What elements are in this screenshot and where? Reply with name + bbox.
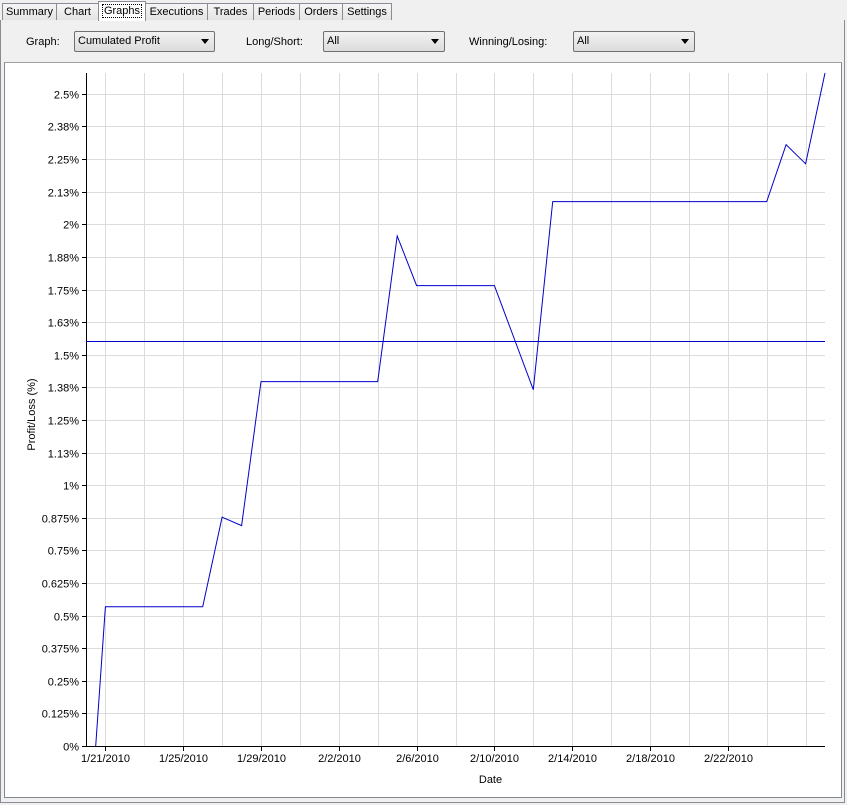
winlose-label: Winning/Losing: xyxy=(469,36,548,48)
tab-executions[interactable]: Executions xyxy=(145,3,208,20)
y-tick-label: 1.63% xyxy=(48,318,79,330)
tab-strip: Summary Chart Graphs Executions Trades P… xyxy=(0,0,847,21)
y-tick-label: 2.5% xyxy=(54,90,79,102)
x-tick-label: 1/25/2010 xyxy=(159,753,208,765)
y-tick-label: 0.625% xyxy=(42,579,80,591)
series-line-cumulated-profit xyxy=(95,72,826,747)
longshort-label: Long/Short: xyxy=(246,36,303,48)
winlose-select[interactable]: All xyxy=(573,31,695,52)
tab-summary[interactable]: Summary xyxy=(2,3,57,20)
y-tick-label: 1.5% xyxy=(54,351,79,363)
tab-label: Settings xyxy=(347,6,387,18)
y-tick-label: 2% xyxy=(63,220,79,232)
tab-chart[interactable]: Chart xyxy=(56,3,99,20)
y-tick-label: 2.38% xyxy=(48,122,79,134)
chevron-down-icon xyxy=(431,39,439,44)
tab-label: Graphs xyxy=(101,4,143,18)
y-tick-label: 0.25% xyxy=(48,677,79,689)
y-tick-label: 2.13% xyxy=(48,188,79,200)
graph-label: Graph: xyxy=(26,36,60,48)
chevron-down-icon xyxy=(681,39,689,44)
x-tick-label: 2/6/2010 xyxy=(396,753,439,765)
x-axis-title: Date xyxy=(479,774,502,786)
x-tick-label: 1/21/2010 xyxy=(81,753,130,765)
tab-trades[interactable]: Trades xyxy=(207,3,254,20)
y-tick-label: 1.75% xyxy=(48,286,79,298)
chart-series xyxy=(95,72,826,747)
chart-grid xyxy=(86,73,825,747)
y-tick-label: 1.88% xyxy=(48,253,79,265)
y-tick-label: 1% xyxy=(63,481,79,493)
tab-orders[interactable]: Orders xyxy=(299,3,343,20)
tab-periods[interactable]: Periods xyxy=(253,3,300,20)
y-tick-label: 0.75% xyxy=(48,546,79,558)
tab-label: Chart xyxy=(64,6,91,18)
tab-label: Executions xyxy=(149,6,204,18)
y-tick-label: 0.375% xyxy=(42,644,80,656)
y-tick-label: 1.25% xyxy=(48,416,79,428)
profit-chart: 0% 0.125% 0.25% 0.375% 0.5% 0.625% 0.75% 0.875%… xyxy=(26,72,826,786)
y-tick-label: 1.38% xyxy=(48,383,79,395)
chart-axes xyxy=(82,73,825,751)
chart-frame: 0% 0.125% 0.25% 0.375% 0.5% 0.625% 0.75% 0.875%… xyxy=(4,62,842,798)
graph-select-value: Cumulated Profit xyxy=(78,35,160,47)
x-tick-label: 1/29/2010 xyxy=(237,753,286,765)
longshort-select[interactable]: All xyxy=(323,31,445,52)
graph-select[interactable]: Cumulated Profit xyxy=(74,31,215,52)
y-tick-label: 0.5% xyxy=(54,612,79,624)
x-tick-label: 2/10/2010 xyxy=(470,753,519,765)
tab-settings[interactable]: Settings xyxy=(342,3,392,20)
tab-graphs[interactable]: Graphs xyxy=(98,1,146,21)
y-axis-title: Profit/Loss (%) xyxy=(26,378,38,450)
y-tick-label: 0.125% xyxy=(42,709,80,721)
tab-label: Periods xyxy=(257,6,296,18)
x-tick-label: 2/2/2010 xyxy=(318,753,361,765)
tab-label: Trades xyxy=(213,6,248,18)
tab-label: Orders xyxy=(304,6,338,18)
x-tick-label: 2/14/2010 xyxy=(548,753,597,765)
chevron-down-icon xyxy=(201,39,209,44)
y-tick-label: 2.25% xyxy=(48,155,79,167)
tab-label: Summary xyxy=(5,6,54,18)
winlose-select-value: All xyxy=(577,35,590,47)
longshort-select-value: All xyxy=(327,35,340,47)
y-tick-label: 0.875% xyxy=(42,514,80,526)
x-tick-label: 2/18/2010 xyxy=(626,753,675,765)
x-tick-label: 2/22/2010 xyxy=(704,753,753,765)
y-tick-label: 1.13% xyxy=(48,449,79,461)
y-tick-label: 0% xyxy=(63,742,79,754)
